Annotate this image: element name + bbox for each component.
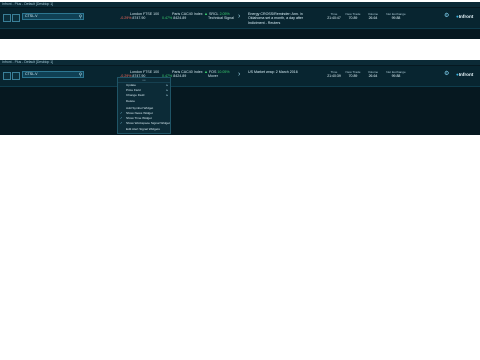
toolbar: CTSL.V ⚲ London FTSE 100 -0.29% 8747.90 … bbox=[0, 66, 480, 87]
quote-cac40[interactable]: Paris CAC40 Index 0.47% 8424.89 bbox=[162, 12, 203, 21]
quote-change: 2.05% bbox=[219, 12, 230, 16]
search-icon[interactable]: ⚲ bbox=[79, 14, 82, 19]
menu-square-icon[interactable] bbox=[3, 72, 11, 80]
window-title: Infront - Plus - Default [Desktop 1] bbox=[0, 60, 480, 65]
quote-value: 8747.90 bbox=[132, 16, 146, 21]
stat-time: Time 21:40:47 bbox=[327, 12, 341, 21]
stat-net-exchange: Net Exchange 99.88 bbox=[386, 12, 406, 21]
quote-value: 8424.89 bbox=[173, 16, 187, 21]
quote-sub: Technical Signal bbox=[208, 16, 234, 21]
stat-volume: Volume 26.64 bbox=[367, 12, 379, 21]
infront-logo: ●Infront bbox=[456, 72, 474, 77]
quote-change: 0.47% bbox=[162, 16, 173, 21]
quote-name: FOS bbox=[208, 70, 217, 74]
search-icon[interactable]: ⚲ bbox=[79, 72, 82, 77]
news-ticker[interactable]: US Market wrap: 2 March 2016 bbox=[248, 70, 318, 74]
quote-ftse[interactable]: London FTSE 100 -0.29% 8747.90 bbox=[120, 12, 159, 21]
quote-sub: Mover bbox=[208, 74, 218, 79]
chevron-right-icon[interactable]: › bbox=[238, 13, 240, 21]
search-input[interactable]: CTSL.V ⚲ bbox=[22, 13, 84, 20]
context-menu: ••• Update ▸ Price Field ▸ Change Field ▸ D… bbox=[117, 77, 171, 134]
layout-square-icon[interactable] bbox=[12, 72, 20, 80]
quote-name: SRCL bbox=[208, 12, 219, 16]
quote-srcl[interactable]: ▲ SRCL 2.05% Technical Signal bbox=[204, 11, 234, 21]
stat-net-exchange: Net Exchange 99.88 bbox=[386, 70, 406, 79]
quote-value: 8424.89 bbox=[173, 74, 187, 79]
search-input[interactable]: CTSL.V ⚲ bbox=[22, 71, 84, 78]
quote-fos[interactable]: ▲ FOS 10.05% Mover bbox=[204, 69, 230, 79]
toolbar: CTSL.V ⚲ London FTSE 100 -0.29% 8747.90 … bbox=[0, 8, 480, 29]
gear-icon[interactable]: ⚙ bbox=[444, 71, 449, 78]
menu-square-icon[interactable] bbox=[3, 14, 11, 22]
menu-item-delete[interactable]: Delete bbox=[118, 99, 170, 104]
stat-new-trade: New Trade 70.89 bbox=[345, 70, 361, 79]
stat-volume: Volume 26.64 bbox=[367, 70, 379, 79]
stat-new-trade: New Trade 70.89 bbox=[345, 12, 361, 21]
top-window: Infront - Plus - Default [Desktop 1] CTS… bbox=[0, 2, 480, 39]
bottom-window: Infront - Plus - Default [Desktop 1] CTS… bbox=[0, 60, 480, 135]
quote-change: 10.05% bbox=[217, 70, 230, 74]
infront-logo: ●Infront bbox=[456, 14, 474, 19]
up-arrow-icon: ▲ bbox=[204, 69, 208, 74]
news-ticker[interactable]: Energy CROSS/Reminder: Ann. in Oklahoma … bbox=[248, 12, 318, 25]
gear-icon[interactable]: ⚙ bbox=[444, 13, 449, 20]
window-title: Infront - Plus - Default [Desktop 1] bbox=[0, 2, 480, 7]
menu-item-edit-alert-signal-widgets[interactable]: Edit Alert Signal Widgets bbox=[118, 127, 170, 132]
layout-square-icon[interactable] bbox=[12, 14, 20, 22]
chevron-right-icon[interactable]: › bbox=[238, 71, 240, 79]
stat-time: Time 21:40:39 bbox=[327, 70, 341, 79]
up-arrow-icon: ▲ bbox=[204, 11, 208, 16]
quote-change: -0.29% bbox=[120, 16, 132, 21]
